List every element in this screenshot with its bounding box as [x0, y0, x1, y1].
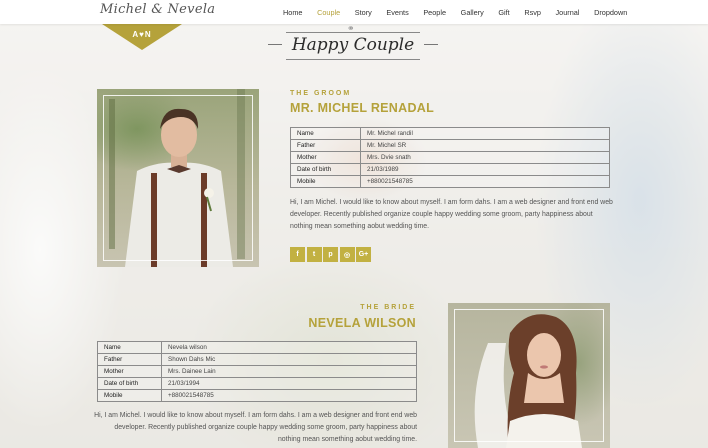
- table-row: Father Mr. Michel SR: [290, 139, 610, 152]
- detail-value: Mr. Michel randil: [360, 127, 610, 140]
- detail-label: Name: [97, 341, 162, 354]
- table-row: Mobile +880021548785: [97, 389, 417, 402]
- table-row: Mother Mrs. Dainee Lain: [97, 365, 417, 378]
- detail-label: Date of birth: [97, 377, 162, 390]
- table-row: Father Shown Dahs Mic: [97, 353, 417, 366]
- groom-bio: Hi, I am Michel. I would like to know ab…: [290, 199, 613, 231]
- title-divider-left: [268, 44, 282, 45]
- detail-value: Nevela wilson: [161, 341, 417, 354]
- bride-photo: [448, 303, 610, 448]
- detail-label: Father: [97, 353, 162, 366]
- detail-value: 21/03/1994: [161, 377, 417, 390]
- groom-details-table: Name Mr. Michel randil Father Mr. Michel…: [290, 127, 610, 188]
- groom-name: MR. MICHEL RENADAL: [290, 101, 435, 115]
- detail-label: Name: [290, 127, 361, 140]
- table-row: Mobile +880021548785: [290, 175, 610, 188]
- table-row: Date of birth 21/03/1994: [97, 377, 417, 390]
- detail-value: 21/03/1989: [360, 163, 610, 176]
- detail-label: Mobile: [97, 389, 162, 402]
- pinterest-icon[interactable]: p: [323, 247, 338, 262]
- section-title-text: Happy Couple: [286, 32, 420, 60]
- site-header: Michel & Nevela Home Couple Story Events…: [0, 0, 708, 24]
- table-row: Mother Mrs. Dvie snath: [290, 151, 610, 164]
- site-logo[interactable]: Michel & Nevela: [100, 2, 215, 17]
- detail-value: Mrs. Dainee Lain: [161, 365, 417, 378]
- detail-label: Mother: [290, 151, 361, 164]
- groom-kicker: THE GROOM: [290, 90, 352, 97]
- bride-details-table: Name Nevela wilson Father Shown Dahs Mic…: [97, 341, 417, 402]
- detail-label: Date of birth: [290, 163, 361, 176]
- nav-people[interactable]: People: [423, 8, 446, 17]
- detail-value: +880021548785: [360, 175, 610, 188]
- bride-kicker: THE BRIDE: [360, 304, 416, 311]
- detail-label: Mother: [97, 365, 162, 378]
- main-nav: Home Couple Story Events People Gallery …: [283, 0, 642, 24]
- detail-label: Mobile: [290, 175, 361, 188]
- nav-gallery[interactable]: Gallery: [461, 8, 484, 17]
- instagram-icon[interactable]: ◎: [339, 247, 355, 262]
- nav-journal[interactable]: Journal: [556, 8, 580, 17]
- groom-social-links: f t p ◎ G+: [290, 247, 373, 262]
- bride-name: NEVELA WILSON: [308, 316, 416, 330]
- nav-couple[interactable]: Couple: [317, 8, 340, 17]
- nav-events[interactable]: Events: [386, 8, 408, 17]
- bride-photo-frame: [454, 309, 604, 442]
- nav-dropdown[interactable]: Dropdown: [594, 8, 627, 17]
- google-plus-icon[interactable]: G+: [356, 247, 371, 262]
- nav-gift[interactable]: Gift: [498, 8, 509, 17]
- title-divider-right: [424, 44, 438, 45]
- groom-photo-frame: [103, 95, 253, 261]
- facebook-icon[interactable]: f: [290, 247, 305, 262]
- detail-value: Mr. Michel SR: [360, 139, 610, 152]
- nav-rsvp[interactable]: Rsvp: [524, 8, 541, 17]
- twitter-icon[interactable]: t: [306, 247, 322, 262]
- nav-story[interactable]: Story: [355, 8, 372, 17]
- table-row: Date of birth 21/03/1989: [290, 163, 610, 176]
- detail-value: +880021548785: [161, 389, 417, 402]
- table-row: Name Mr. Michel randil: [290, 127, 610, 140]
- detail-label: Father: [290, 139, 361, 152]
- table-row: Name Nevela wilson: [97, 341, 417, 354]
- groom-photo: [97, 89, 259, 267]
- detail-value: Mrs. Dvie snath: [360, 151, 610, 164]
- bride-bio: Hi, I am Michel. I would like to know ab…: [94, 412, 417, 444]
- monogram-badge: A♥N: [102, 24, 182, 50]
- monogram-text: A♥N: [132, 30, 152, 39]
- detail-value: Shown Dahs Mic: [161, 353, 417, 366]
- section-title: ⚭ Happy Couple: [268, 23, 438, 64]
- nav-home[interactable]: Home: [283, 8, 302, 17]
